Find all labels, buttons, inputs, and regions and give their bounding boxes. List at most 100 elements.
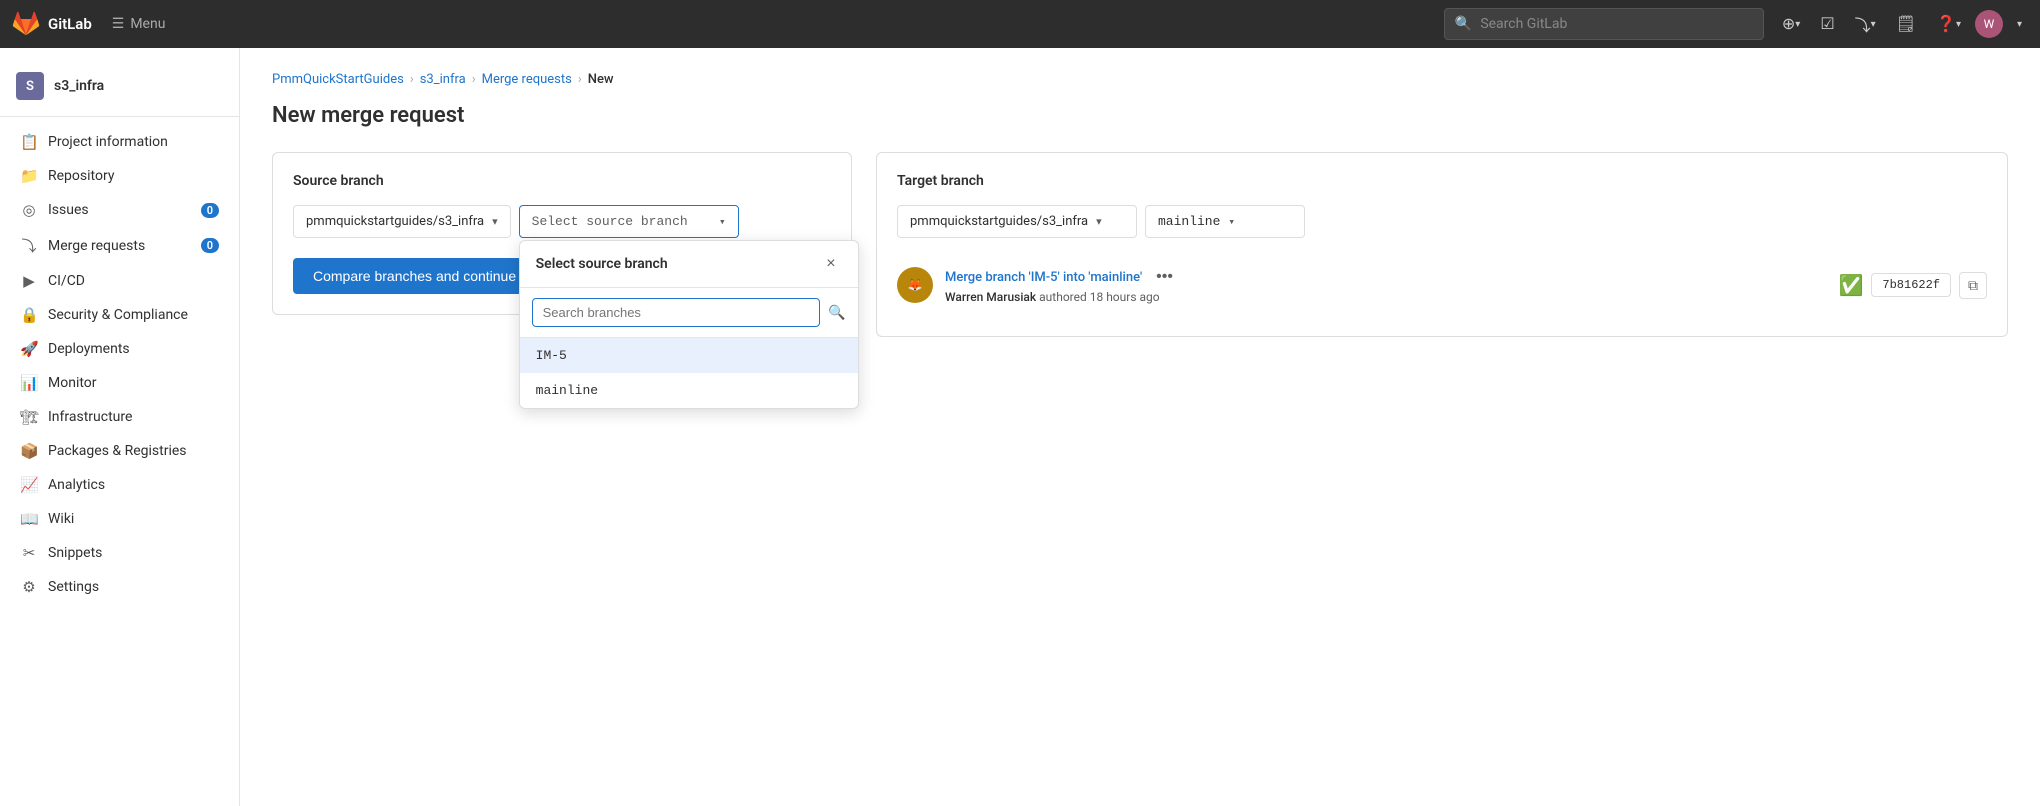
help-button[interactable]: ❓ ▾	[1930, 8, 1967, 40]
chevron-down-icon4: ▾	[2017, 19, 2022, 30]
breadcrumb-link-project[interactable]: s3_infra	[420, 72, 466, 87]
commit-author-avatar: 🦊	[897, 267, 933, 303]
commit-time: authored 18 hours ago	[1039, 290, 1159, 304]
source-repo-value: pmmquickstartguides/s3_infra	[306, 214, 484, 229]
sidebar-item-label: Repository	[48, 168, 219, 184]
issues-icon: 🗒	[1896, 14, 1916, 34]
compare-branches-button[interactable]: Compare branches and continue	[293, 258, 536, 294]
wiki-icon: 📖	[20, 510, 38, 528]
sidebar-item-label: Merge requests	[48, 238, 191, 254]
sidebar-item-label: Deployments	[48, 341, 219, 357]
sidebar-item-label: Security & Compliance	[48, 307, 219, 323]
branch-search-icon: 🔍	[828, 305, 845, 321]
sidebar-item-issues[interactable]: ◎ Issues 0	[4, 193, 235, 227]
copy-hash-button[interactable]: ⧉	[1959, 272, 1987, 299]
project-info-icon: 📋	[20, 133, 38, 151]
commit-details: Merge branch 'IM-5' into 'mainline' ••• …	[945, 266, 1826, 304]
deployments-icon: 🚀	[20, 340, 38, 358]
sidebar-item-deployments[interactable]: 🚀 Deployments	[4, 332, 235, 366]
source-branch-select-btn[interactable]: Select source branch ▾	[519, 205, 739, 238]
breadcrumb-sep1: ›	[410, 72, 414, 87]
plus-icon: ⊕	[1782, 14, 1795, 34]
help-icon: ❓	[1936, 14, 1956, 34]
commit-status: ✅ 7b81622f ⧉	[1838, 272, 1987, 299]
sidebar-item-analytics[interactable]: 📈 Analytics	[4, 468, 235, 502]
settings-icon: ⚙	[20, 578, 38, 596]
sidebar-item-label: Analytics	[48, 477, 219, 493]
merge-icon: ⤵	[1855, 12, 1871, 36]
analytics-icon: 📈	[20, 476, 38, 494]
menu-label: Menu	[130, 16, 165, 32]
hamburger-icon: ☰	[112, 16, 125, 32]
sidebar-item-packages[interactable]: 📦 Packages & Registries	[4, 434, 235, 468]
commit-more-button[interactable]: •••	[1150, 266, 1179, 288]
dropdown-close-button[interactable]: ×	[820, 253, 841, 275]
to-do-button[interactable]: ☑	[1814, 8, 1840, 40]
commit-meta: Warren Marusiak authored 18 hours ago	[945, 290, 1826, 304]
sidebar-item-snippets[interactable]: ✂ Snippets	[4, 536, 235, 570]
checklist-icon: ☑	[1820, 14, 1834, 34]
target-repo-select[interactable]: pmmquickstartguides/s3_infra ▾	[897, 205, 1137, 238]
source-dropdown-wrapper: Select source branch ▾ Select source bra…	[519, 205, 739, 238]
snippets-icon: ✂	[20, 544, 38, 562]
dropdown-header: Select source branch ×	[520, 241, 858, 288]
sidebar-item-monitor[interactable]: 📊 Monitor	[4, 366, 235, 400]
chevron-down-icon: ▾	[1795, 19, 1800, 30]
target-branch-title: Target branch	[897, 173, 1987, 189]
branch-search-input[interactable]	[532, 298, 821, 327]
chevron-down-icon2: ▾	[1871, 19, 1876, 30]
repository-icon: 📁	[20, 167, 38, 185]
sidebar-item-wiki[interactable]: 📖 Wiki	[4, 502, 235, 536]
sidebar-item-repository[interactable]: 📁 Repository	[4, 159, 235, 193]
sidebar-item-label: CI/CD	[48, 273, 219, 289]
dropdown-search-container: 🔍	[520, 288, 858, 338]
issues-icon: ◎	[20, 201, 38, 219]
sidebar-item-infrastructure[interactable]: 🏗 Infrastructure	[4, 400, 235, 434]
sidebar-item-label: Issues	[48, 202, 191, 218]
sidebar: S s3_infra 📋 Project information 📁 Repos…	[0, 48, 240, 806]
security-icon: 🔒	[20, 306, 38, 324]
sidebar-item-label: Snippets	[48, 545, 219, 561]
sidebar-item-merge-requests[interactable]: ⤵ Merge requests 0	[4, 227, 235, 264]
source-repo-select[interactable]: pmmquickstartguides/s3_infra ▾	[293, 205, 511, 238]
mr-form: Source branch pmmquickstartguides/s3_inf…	[272, 152, 2008, 337]
gitlab-logo-icon	[12, 10, 40, 38]
branch-option-mainline[interactable]: mainline	[520, 373, 858, 408]
breadcrumb-sep2: ›	[472, 72, 476, 87]
breadcrumb-link-org[interactable]: PmmQuickStartGuides	[272, 72, 404, 87]
avatar-initials: W	[1984, 17, 1995, 31]
packages-icon: 📦	[20, 442, 38, 460]
commit-message-link[interactable]: Merge branch 'IM-5' into 'mainline' •••	[945, 266, 1826, 288]
sidebar-item-security[interactable]: 🔒 Security & Compliance	[4, 298, 235, 332]
monitor-icon: 📊	[20, 374, 38, 392]
global-search[interactable]: 🔍 Search GitLab	[1444, 8, 1764, 40]
search-icon: 🔍	[1455, 16, 1472, 32]
search-placeholder: Search GitLab	[1480, 16, 1567, 32]
target-branch-select[interactable]: mainline ▾	[1145, 205, 1305, 238]
sidebar-item-project-information[interactable]: 📋 Project information	[4, 125, 235, 159]
avatar-chevron[interactable]: ▾	[2011, 13, 2028, 36]
chevron-down-icon3: ▾	[1956, 19, 1961, 30]
merge-requests-nav-button[interactable]: ⤵ ▾	[1849, 6, 1882, 42]
target-branch-value: mainline	[1158, 214, 1220, 229]
user-avatar[interactable]: W	[1975, 10, 2003, 38]
sidebar-item-settings[interactable]: ⚙ Settings	[4, 570, 235, 604]
source-branch-title: Source branch	[293, 173, 831, 189]
issues-nav-button[interactable]: 🗒	[1890, 8, 1922, 40]
merge-requests-badge: 0	[201, 238, 219, 253]
commit-message-text: Merge branch 'IM-5' into 'mainline'	[945, 270, 1142, 285]
branch-option-im5[interactable]: IM-5	[520, 338, 858, 373]
breadcrumb-link-mr[interactable]: Merge requests	[482, 72, 572, 87]
menu-button[interactable]: ☰ Menu	[104, 12, 174, 36]
sidebar-item-cicd[interactable]: ▶ CI/CD	[4, 264, 235, 298]
sidebar-project: S s3_infra	[0, 64, 239, 117]
sidebar-item-label: Project information	[48, 134, 219, 150]
commit-hash-button[interactable]: 7b81622f	[1871, 273, 1951, 297]
sidebar-item-label: Packages & Registries	[48, 443, 219, 459]
sidebar-item-label: Settings	[48, 579, 219, 595]
gitlab-logo-link[interactable]: GitLab	[12, 10, 92, 38]
source-branch-chevron: ▾	[719, 215, 726, 229]
create-button[interactable]: ⊕ ▾	[1776, 8, 1806, 40]
main-content: PmmQuickStartGuides › s3_infra › Merge r…	[240, 48, 2040, 806]
commit-avatar-img: 🦊	[908, 278, 923, 292]
